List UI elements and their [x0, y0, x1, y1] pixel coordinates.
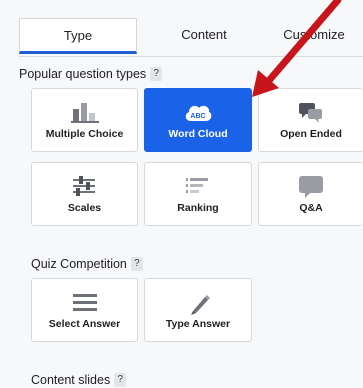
tab-content[interactable]: Content	[159, 18, 249, 54]
section-popular-question-types: Popular question types ?	[19, 67, 163, 81]
section-title: Content slides	[31, 373, 111, 387]
card-label: Scales	[67, 202, 102, 214]
card-label: Q&A	[299, 202, 323, 214]
ranking-list-icon	[145, 175, 251, 199]
card-label: Select Answer	[48, 318, 121, 330]
card-scales[interactable]: Scales	[31, 162, 138, 226]
chat-bubble-icon	[259, 175, 363, 199]
card-label: Word Cloud	[168, 128, 228, 140]
tab-customize[interactable]: Customize	[259, 18, 363, 54]
question-type-panel: Type Content Customize Popular question …	[0, 0, 363, 388]
card-open-ended[interactable]: Open Ended	[258, 88, 363, 152]
section-quiz-competition: Quiz Competition ?	[31, 257, 143, 271]
card-type-answer[interactable]: Type Answer	[144, 278, 252, 342]
word-cloud-icon-text: ABC	[190, 113, 205, 120]
card-label: Type Answer	[165, 318, 231, 330]
section-title: Popular question types	[19, 67, 147, 81]
card-label: Open Ended	[280, 128, 342, 140]
section-content-slides: Content slides ?	[31, 373, 127, 387]
word-cloud-icon: ABC	[145, 101, 251, 125]
help-icon[interactable]: ?	[130, 257, 143, 271]
tab-bar: Type Content Customize	[19, 18, 363, 57]
speech-bubbles-icon	[259, 101, 363, 125]
tab-type[interactable]: Type	[19, 18, 137, 54]
help-icon[interactable]: ?	[150, 67, 163, 81]
help-icon[interactable]: ?	[114, 373, 127, 387]
sliders-icon	[32, 175, 137, 199]
card-select-answer[interactable]: Select Answer	[31, 278, 138, 342]
card-label: Ranking	[177, 202, 219, 214]
section-title: Quiz Competition	[31, 257, 127, 271]
card-multiple-choice[interactable]: Multiple Choice	[31, 88, 138, 152]
card-word-cloud[interactable]: ABC Word Cloud	[144, 88, 252, 152]
card-qa[interactable]: Q&A	[258, 162, 363, 226]
card-label: Multiple Choice	[45, 128, 124, 140]
card-ranking[interactable]: Ranking	[144, 162, 252, 226]
list-lines-icon	[32, 291, 137, 315]
pencil-icon	[145, 291, 251, 315]
bar-chart-icon	[32, 101, 137, 125]
